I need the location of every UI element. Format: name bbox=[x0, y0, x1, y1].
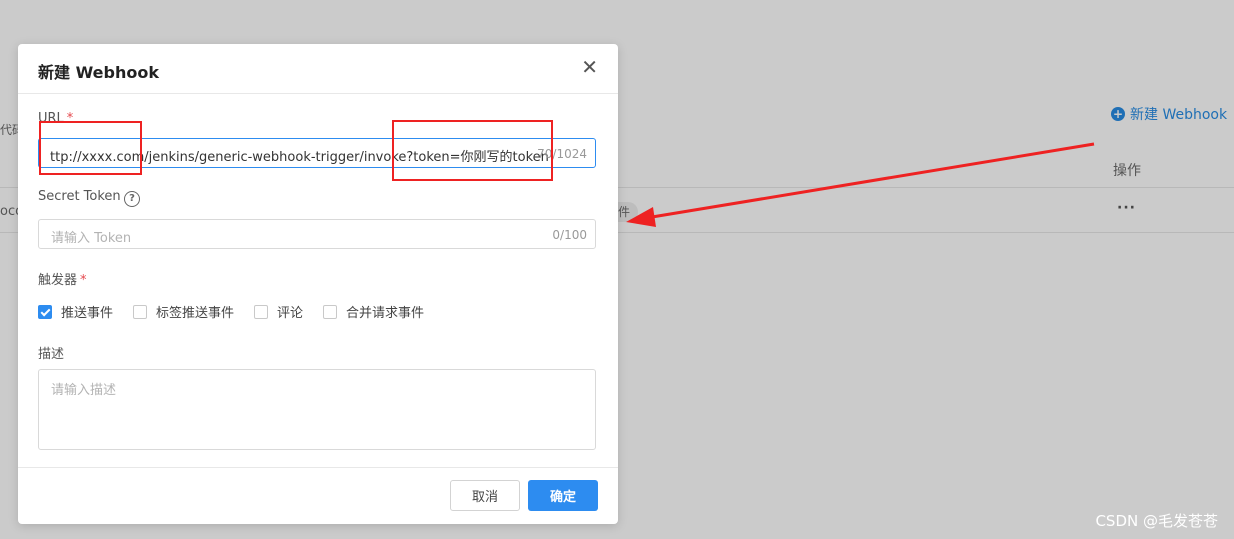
close-icon[interactable]: ✕ bbox=[581, 57, 598, 77]
bg-new-webhook-label: 新建 Webhook bbox=[1130, 107, 1228, 123]
trigger-merge-request-event[interactable]: 合并请求事件 bbox=[323, 302, 424, 321]
trigger-push-event[interactable]: 推送事件 bbox=[38, 302, 113, 321]
url-input[interactable]: ttp://xxxx.com/jenkins/generic-webhook-t… bbox=[38, 138, 596, 168]
url-char-counter: 70/1024 bbox=[537, 147, 587, 161]
dialog-title: 新建 Webhook bbox=[38, 63, 159, 82]
secret-token-placeholder: 请输入 Token bbox=[51, 231, 132, 246]
bg-ops-header: 操作 bbox=[1113, 163, 1141, 179]
trigger-tag-push-event[interactable]: 标签推送事件 bbox=[133, 302, 234, 321]
dialog-header: 新建 Webhook ✕ bbox=[18, 44, 618, 94]
checkbox-icon[interactable] bbox=[254, 304, 269, 319]
checkbox-icon[interactable] bbox=[323, 304, 338, 319]
bg-new-webhook-link[interactable]: + 新建 Webhook bbox=[1111, 104, 1227, 124]
url-input-value: ttp://xxxx.com/jenkins/generic-webhook-t… bbox=[50, 150, 549, 165]
checkbox-label: 推送事件 bbox=[61, 306, 114, 321]
description-textarea[interactable]: 请输入描述 bbox=[38, 369, 596, 450]
cancel-button[interactable]: 取消 bbox=[450, 480, 520, 511]
secret-token-input[interactable]: 请输入 Token 0/100 bbox=[38, 219, 596, 249]
new-webhook-dialog: 新建 Webhook ✕ URL * ttp://xxxx.com/jenkins… bbox=[18, 44, 618, 524]
bg-more-icon[interactable]: ··· bbox=[1117, 200, 1136, 216]
description-label: 描述 bbox=[38, 347, 65, 362]
required-mark: * bbox=[80, 273, 87, 288]
checkbox-label: 标签推送事件 bbox=[156, 306, 235, 321]
trigger-comment[interactable]: 评论 bbox=[254, 302, 303, 321]
confirm-button[interactable]: 确定 bbox=[528, 480, 598, 511]
secret-token-label: Secret Token bbox=[38, 189, 121, 204]
checkbox-label: 评论 bbox=[277, 306, 304, 321]
description-placeholder: 请输入描述 bbox=[51, 383, 117, 398]
secret-token-counter: 0/100 bbox=[552, 228, 587, 242]
checkbox-checked-icon[interactable] bbox=[38, 304, 52, 319]
url-label-text: URL bbox=[38, 111, 64, 126]
checkbox-label: 合并请求事件 bbox=[346, 306, 425, 321]
watermark: CSDN @毛发苍苍 bbox=[1095, 512, 1218, 530]
dialog-footer-divider bbox=[18, 467, 618, 468]
required-mark: * bbox=[66, 111, 74, 126]
trigger-options: 推送事件 标签推送事件 评论 合并请求事件 bbox=[38, 302, 444, 321]
url-label: URL * bbox=[38, 111, 73, 126]
trigger-label: 触发器 * bbox=[38, 269, 87, 288]
trigger-label-text: 触发器 bbox=[38, 273, 78, 288]
plus-circle-icon: + bbox=[1111, 107, 1125, 121]
help-icon[interactable]: ? bbox=[124, 191, 140, 207]
checkbox-icon[interactable] bbox=[133, 304, 148, 319]
